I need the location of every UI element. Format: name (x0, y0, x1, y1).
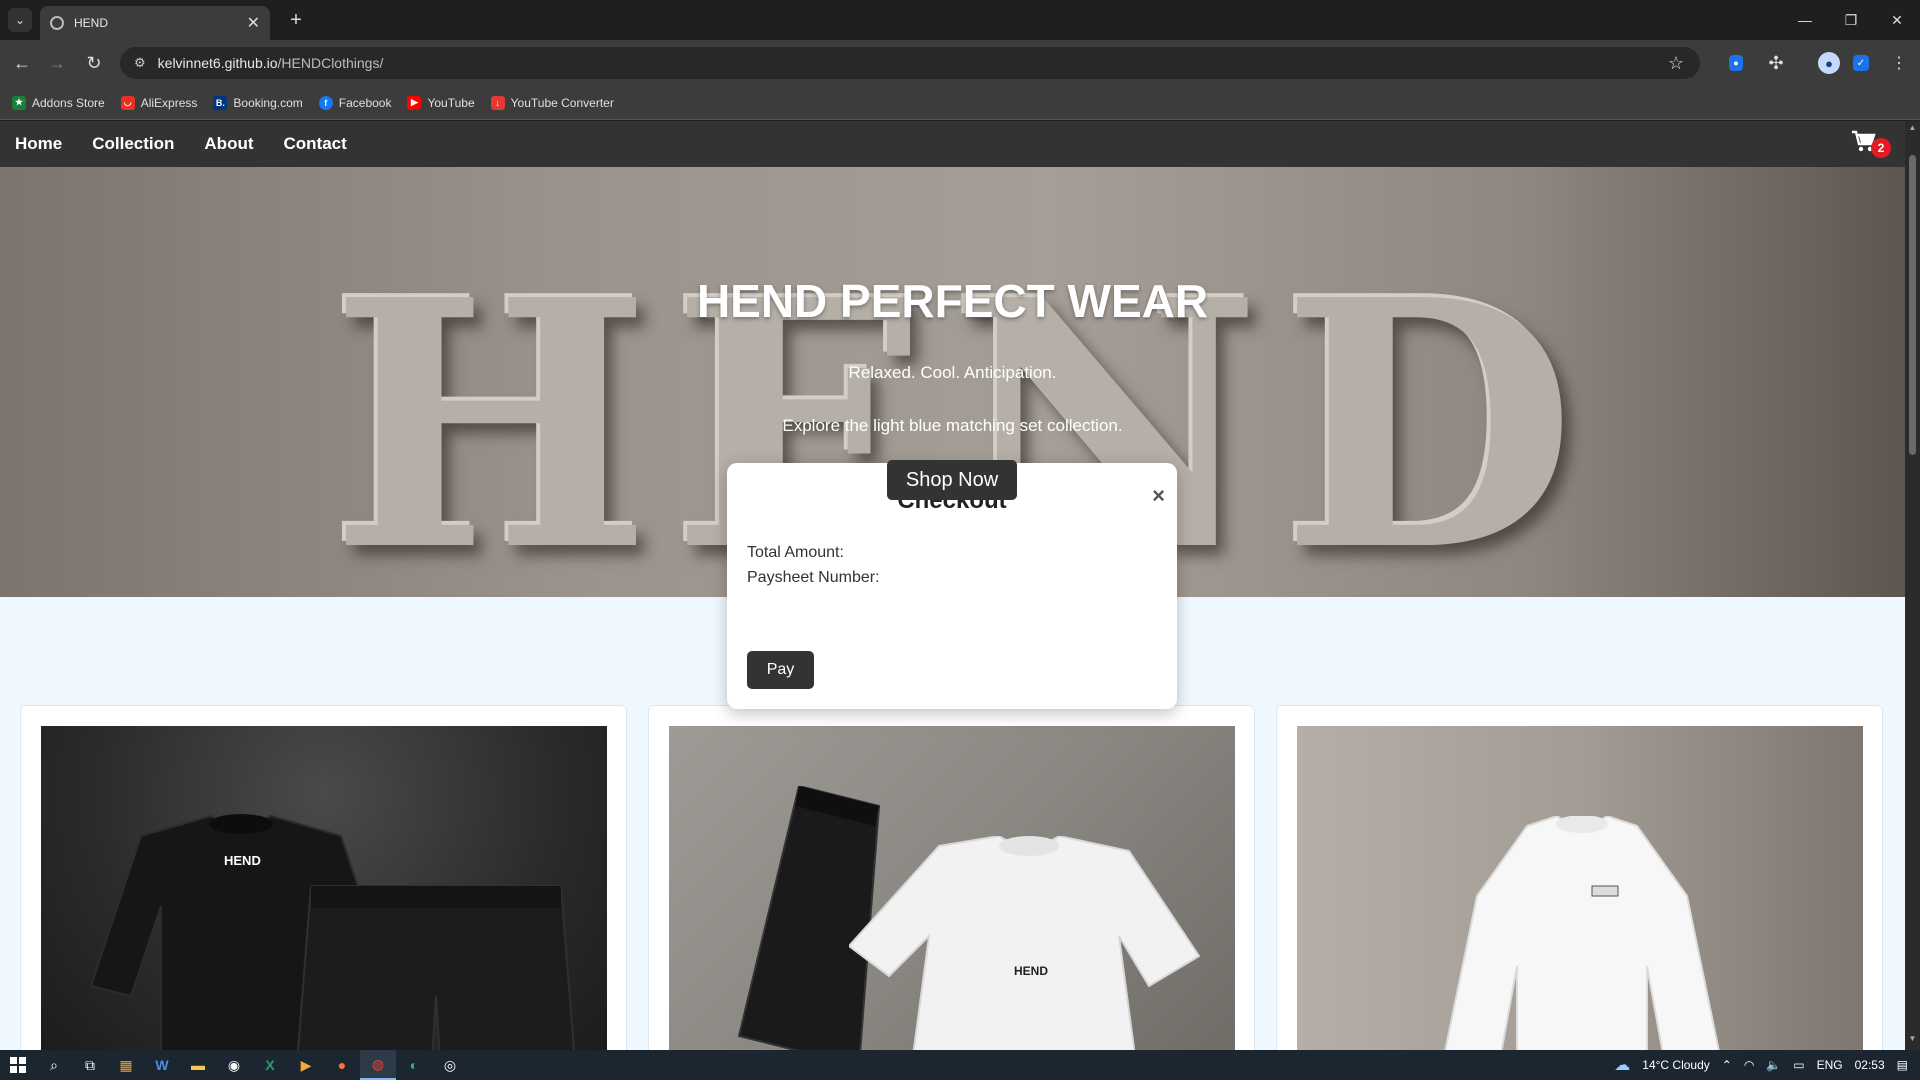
bookmark-youtube[interactable]: ▶ YouTube (407, 95, 475, 110)
product-image: HEND (669, 726, 1235, 1050)
booking-icon: B. (213, 95, 228, 110)
media-player-icon[interactable]: ◉ (216, 1050, 252, 1080)
hero-tagline: Relaxed. Cool. Anticipation. (848, 363, 1057, 382)
url-path: /HENDClothings/ (277, 55, 384, 71)
notifications-icon[interactable]: ▤ (1897, 1058, 1908, 1072)
browser-tabstrip: ⌄ HEND ✕ + — ❐ ✕ (0, 0, 1920, 40)
site-navbar: Home Collection About Contact 2 (0, 121, 1905, 167)
extensions-puzzle-icon[interactable]: ✣ (1765, 52, 1787, 74)
hero-title: HEND PERFECT WEAR (696, 275, 1209, 327)
bookmark-booking[interactable]: B. Booking.com (213, 95, 303, 110)
close-window-icon[interactable]: ✕ (1874, 0, 1920, 40)
paysheet-number-label: Paysheet Number: (747, 569, 880, 586)
bookmark-label: Facebook (338, 95, 392, 110)
bookmarks-bar: ★ Addons Store ◡ AliExpress B. Booking.c… (0, 86, 1920, 120)
excel-icon[interactable]: X (252, 1050, 288, 1080)
app-icon[interactable]: ◎ (432, 1050, 468, 1080)
product-card[interactable]: HEND (20, 705, 627, 1050)
product-card[interactable] (1276, 705, 1883, 1050)
nav-link-contact[interactable]: Contact (284, 134, 347, 154)
pay-button[interactable]: Pay (747, 651, 814, 689)
media-app-icon[interactable]: ▶ (288, 1050, 324, 1080)
bookmark-label: YouTube Converter (510, 95, 614, 110)
scroll-down-icon[interactable]: ▼ (1905, 1034, 1920, 1048)
cart-count-badge: 2 (1871, 138, 1891, 158)
browser-toolbar: ← → ↻ ⚙ kelvinnet6.github.io /HENDClothi… (0, 40, 1920, 86)
bookmark-label: AliExpress (140, 95, 198, 110)
cloud-icon: ☁ (1614, 1057, 1631, 1074)
bookmark-youtube-converter[interactable]: ↓ YouTube Converter (490, 95, 614, 110)
task-view-icon[interactable]: ⧉ (72, 1050, 108, 1080)
close-icon[interactable]: × (1152, 483, 1165, 509)
nav-link-about[interactable]: About (204, 134, 253, 154)
search-icon[interactable]: ⌕ (36, 1050, 72, 1080)
close-tab-icon[interactable]: ✕ (247, 13, 260, 33)
bookmark-star-icon[interactable]: ☆ (1668, 53, 1684, 74)
browser-menu-icon[interactable]: ⋮ (1888, 52, 1910, 74)
facebook-icon: f (318, 95, 333, 110)
addons-store-icon: ★ (12, 95, 26, 110)
product-image (1297, 726, 1863, 1050)
scroll-up-icon[interactable]: ▲ (1905, 123, 1920, 137)
restore-icon[interactable]: ❐ (1828, 0, 1874, 40)
nav-link-home[interactable]: Home (15, 134, 62, 154)
minimize-icon[interactable]: — (1782, 0, 1828, 40)
chevron-up-icon[interactable]: ⌃ (1722, 1058, 1732, 1072)
tab-title: HEND (74, 16, 109, 30)
battery-icon[interactable]: ▭ (1793, 1058, 1804, 1072)
bookmark-label: Addons Store (32, 95, 105, 110)
profile-avatar-icon[interactable]: ● (1818, 52, 1840, 74)
product-image: HEND (41, 726, 607, 1050)
bookmark-facebook[interactable]: f Facebook (318, 95, 392, 110)
new-tab-button[interactable]: + (284, 8, 308, 32)
globe-icon (50, 16, 64, 30)
file-explorer-icon[interactable]: ▬ (180, 1050, 216, 1080)
cart-button[interactable]: 2 (1851, 130, 1891, 160)
hero-description: Explore the light blue matching set coll… (782, 416, 1123, 435)
bookmark-label: YouTube (427, 95, 475, 110)
url-host: kelvinnet6.github.io (157, 55, 278, 71)
site-info-icon[interactable]: ⚙ (134, 55, 146, 71)
youtube-icon: ▶ (407, 95, 422, 110)
brand-print: HEND (224, 853, 261, 868)
window-controls: — ❐ ✕ (1782, 0, 1920, 40)
tab-search-dropdown-icon[interactable]: ⌄ (8, 8, 32, 32)
product-grid: HEND HEND (20, 705, 1886, 1050)
total-amount-label: Total Amount: (747, 544, 844, 561)
network-icon[interactable]: ◠ (1744, 1058, 1754, 1072)
weather-readout[interactable]: 14°C Cloudy (1642, 1058, 1710, 1072)
system-tray: ☁ 14°C Cloudy ⌃ ◠ 🔈 ▭ ENG 02:53 ▤ (1614, 1050, 1920, 1080)
firefox-icon[interactable]: ● (324, 1050, 360, 1080)
language-indicator[interactable]: ENG (1817, 1058, 1843, 1072)
edge-icon[interactable]: ◐ (396, 1050, 432, 1080)
chrome-browser-icon[interactable]: ◍ (360, 1050, 396, 1080)
product-card[interactable]: HEND (648, 705, 1255, 1050)
download-icon: ↓ (490, 95, 505, 110)
password-extension-icon[interactable]: ● (1729, 55, 1743, 71)
security-check-icon[interactable]: ✓ (1853, 55, 1869, 71)
windows-start-icon[interactable] (0, 1050, 36, 1080)
page-scrollbar[interactable]: ▲ ▼ (1905, 121, 1920, 1050)
reload-icon[interactable]: ↻ (82, 51, 106, 75)
back-arrow-icon[interactable]: ← (10, 51, 34, 75)
scrollbar-thumb[interactable] (1909, 155, 1916, 455)
browser-tab-active[interactable]: HEND ✕ (40, 6, 270, 40)
shop-now-button[interactable]: Shop Now (887, 460, 1017, 500)
bookmark-addons-store[interactable]: ★ Addons Store (12, 95, 105, 110)
aliexpress-icon: ◡ (120, 95, 135, 110)
brand-print: HEND (1014, 964, 1049, 978)
bookmark-label: Booking.com (233, 95, 303, 110)
windows-taskbar: ⌕ ⧉ ▦ W ▬ ◉ X ▶ ● ◍ ◐ ◎ ☁ 14°C Cloudy ⌃ … (0, 1050, 1920, 1080)
clock[interactable]: 02:53 (1855, 1058, 1885, 1072)
nav-link-collection[interactable]: Collection (92, 134, 174, 154)
page-viewport: Home Collection About Contact 2 HEND HEN… (0, 121, 1905, 1050)
app-grid-icon[interactable]: ▦ (108, 1050, 144, 1080)
address-bar[interactable]: ⚙ kelvinnet6.github.io /HENDClothings/ ☆ (120, 47, 1700, 79)
forward-arrow-icon[interactable]: → (45, 51, 69, 75)
volume-icon[interactable]: 🔈 (1766, 1058, 1781, 1072)
bookmark-aliexpress[interactable]: ◡ AliExpress (120, 95, 198, 110)
word-icon[interactable]: W (144, 1050, 180, 1080)
